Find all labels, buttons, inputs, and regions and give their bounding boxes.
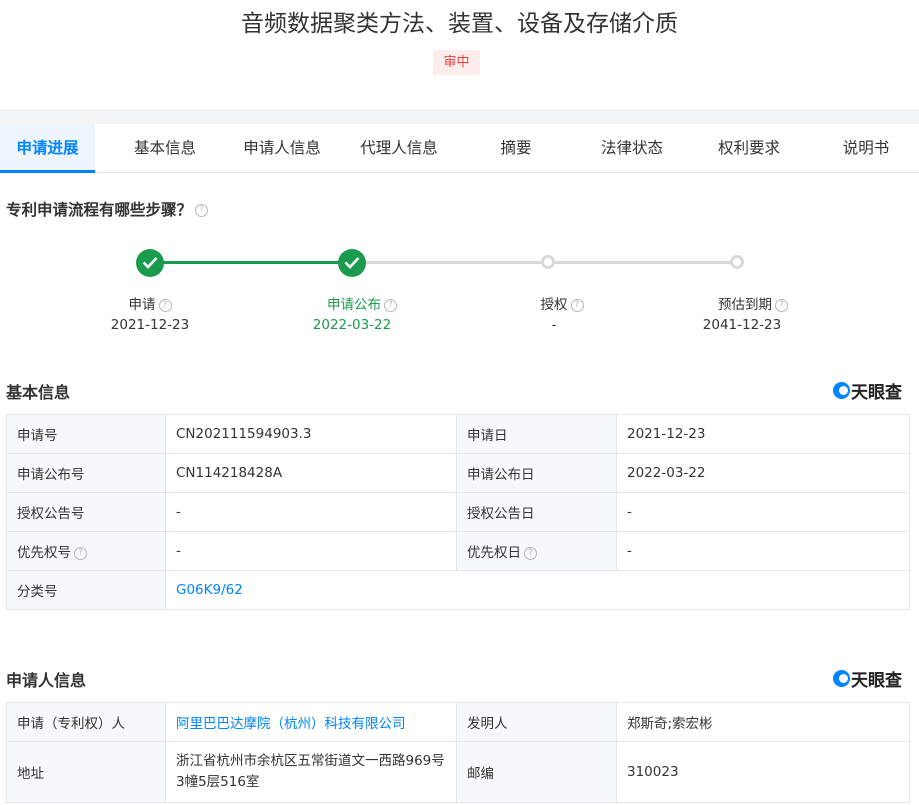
field-value: 2021-12-23	[616, 414, 910, 454]
step-pending-dot-icon	[541, 255, 555, 269]
help-icon[interactable]: ?	[74, 546, 87, 560]
field-label: 申请号	[6, 414, 166, 454]
tab-application-progress[interactable]: 申请进展	[0, 124, 95, 173]
field-label: 授权公告日	[456, 492, 617, 532]
applicant-info-table: 申请（专利权）人 阿里巴巴达摩院（杭州）科技有限公司 发明人 郑斯奇;索宏彬 地…	[6, 702, 910, 803]
process-question-text: 专利申请流程有哪些步骤？	[6, 201, 193, 219]
tianyancha-logo-icon	[833, 669, 850, 687]
step-date: 2021-12-23	[110, 317, 190, 333]
table-row: 分类号 G06K9/62	[6, 570, 910, 610]
tianyancha-logo: 天眼查	[833, 380, 902, 403]
help-icon[interactable]: ?	[775, 298, 788, 312]
table-row: 申请公布号 CN114218428A 申请公布日 2022-03-22	[6, 453, 910, 493]
table-row: 申请（专利权）人 阿里巴巴达摩院（杭州）科技有限公司 发明人 郑斯奇;索宏彬	[6, 702, 910, 742]
field-label: 地址	[6, 741, 166, 803]
field-value: 浙江省杭州市余杭区五常街道文一西路969号3幢5层516室	[165, 741, 457, 803]
divider-band	[0, 110, 919, 124]
step-label: 申请?	[70, 293, 230, 313]
field-label: 申请公布号	[6, 453, 166, 493]
field-label: 优先权号?	[6, 531, 166, 571]
basic-info-table: 申请号 CN202111594903.3 申请日 2021-12-23 申请公布…	[6, 414, 910, 610]
classification-link[interactable]: G06K9/62	[165, 570, 910, 610]
field-label: 申请日	[456, 414, 617, 454]
tianyancha-logo-icon	[833, 381, 850, 399]
field-label: 分类号	[6, 570, 166, 610]
tab-bar: 申请进展 基本信息 申请人信息 代理人信息 摘要 法律状态 权利要求 说明书	[0, 124, 919, 173]
step-date: 2022-03-22	[312, 317, 392, 333]
help-icon[interactable]: ?	[384, 298, 397, 312]
step-label: 授权?	[482, 293, 642, 313]
applicant-link[interactable]: 阿里巴巴达摩院（杭州）科技有限公司	[165, 702, 457, 742]
field-label: 申请（专利权）人	[6, 702, 166, 742]
tab-agent-info[interactable]: 代理人信息	[349, 124, 449, 172]
step-label: 申请公布?	[282, 293, 442, 313]
field-value: -	[616, 531, 910, 571]
tianyancha-logo: 天眼查	[833, 668, 902, 691]
page-title: 音频数据聚类方法、装置、设备及存储介质	[241, 11, 678, 37]
basic-info-title: 基本信息	[6, 383, 71, 402]
field-value: CN114218428A	[165, 453, 457, 493]
status-badge: 审中	[433, 50, 480, 75]
field-value: -	[165, 492, 457, 532]
tab-legal-status[interactable]: 法律状态	[582, 124, 682, 172]
tab-abstract[interactable]: 摘要	[466, 124, 566, 172]
field-label: 优先权日?	[456, 531, 617, 571]
applicant-info-title: 申请人信息	[6, 671, 87, 690]
field-label: 发明人	[456, 702, 617, 742]
step-done-check-icon	[338, 249, 366, 277]
table-row: 地址 浙江省杭州市余杭区五常街道文一西路969号3幢5层516室 邮编 3100…	[6, 741, 910, 803]
tab-applicant-info[interactable]: 申请人信息	[232, 124, 332, 172]
table-row: 授权公告号 - 授权公告日 -	[6, 492, 910, 532]
field-value: -	[616, 492, 910, 532]
table-row: 申请号 CN202111594903.3 申请日 2021-12-23	[6, 414, 910, 454]
tab-specification[interactable]: 说明书	[816, 124, 916, 172]
field-value: CN202111594903.3	[165, 414, 457, 454]
field-value: 310023	[616, 741, 910, 803]
step-done-check-icon	[136, 249, 164, 277]
step-date: -	[551, 317, 557, 333]
field-value: 郑斯奇;索宏彬	[616, 702, 910, 742]
step-pending-dot-icon	[730, 255, 744, 269]
step-date: 2041-12-23	[702, 317, 782, 333]
help-icon[interactable]: ?	[524, 546, 537, 560]
tab-claims[interactable]: 权利要求	[699, 124, 799, 172]
field-label: 邮编	[456, 741, 617, 803]
step-label: 预估到期?	[673, 293, 833, 313]
process-question: 专利申请流程有哪些步骤？?	[6, 198, 209, 220]
help-icon[interactable]: ?	[570, 298, 584, 312]
tab-basic-info[interactable]: 基本信息	[115, 124, 215, 172]
table-row: 优先权号? - 优先权日? -	[6, 531, 910, 571]
field-value: 2022-03-22	[616, 453, 910, 493]
help-icon[interactable]: ?	[195, 204, 209, 217]
field-label: 授权公告号	[6, 492, 166, 532]
field-value: -	[165, 531, 457, 571]
field-label: 申请公布日	[456, 453, 617, 493]
help-icon[interactable]: ?	[158, 298, 172, 312]
progress-line-done	[150, 261, 352, 264]
